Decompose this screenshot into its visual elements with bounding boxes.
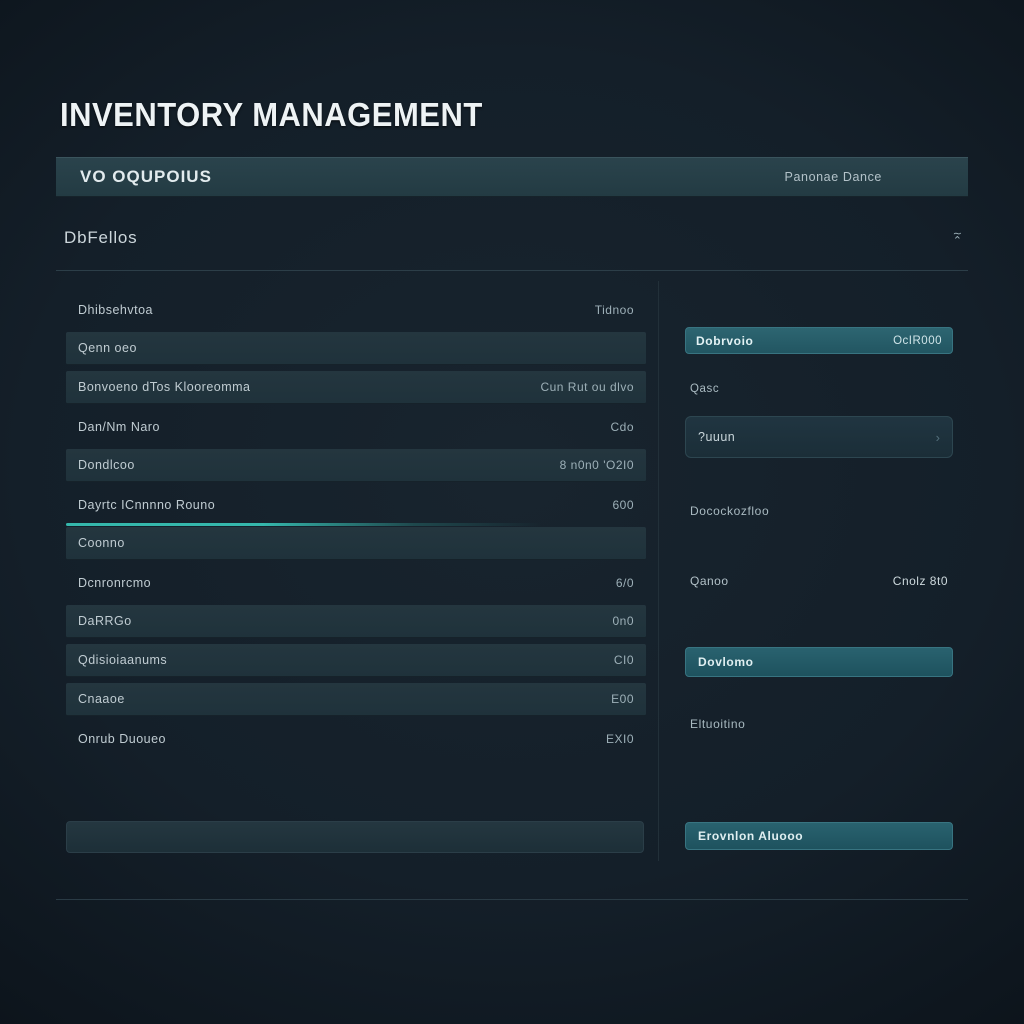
row-value: 6/0	[616, 576, 634, 590]
section-row: DbFellos ∼⌃	[64, 224, 962, 252]
section-title: DbFellos	[64, 228, 137, 248]
detail-input[interactable]	[698, 430, 908, 444]
content-panel: Dhibsehvtoa Tidnoo Qenn oeo Bonvoeno dTo…	[56, 270, 968, 900]
field-label: Qasc	[690, 383, 719, 395]
row-label: Dayrtc ICnnnno Rouno	[78, 498, 215, 512]
row-value: CI0	[614, 653, 634, 667]
row-label: DaRRGo	[78, 614, 132, 628]
row-value: E00	[611, 692, 634, 706]
page-title: INVENTORY MANAGEMENT	[60, 96, 483, 135]
header-bar: VO OQUPOIUS Panonae Dance	[56, 157, 968, 197]
table-row[interactable]: Cnaaoe E00	[66, 683, 646, 716]
row-label: Onrub Duoueo	[78, 732, 166, 746]
table-row[interactable]: DaRRGo 0n0	[66, 605, 646, 638]
active-row-underline	[66, 523, 646, 526]
table-row[interactable]: Dhibsehvtoa Tidnoo	[66, 293, 646, 326]
row-label: Dhibsehvtoa	[78, 303, 153, 317]
row-value: EXI0	[606, 732, 634, 746]
inventory-list: Dhibsehvtoa Tidnoo Qenn oeo Bonvoeno dTo…	[66, 293, 646, 761]
chevron-right-icon[interactable]: ›	[936, 430, 940, 445]
row-value: 600	[612, 498, 634, 512]
table-row[interactable]: Onrub Duoueo EXI0	[66, 722, 646, 755]
row-label: Dondlcoo	[78, 458, 135, 472]
table-row[interactable]: Coonno	[66, 527, 646, 560]
detail-header-label: Dobrvoio	[696, 334, 753, 348]
detail-panel: Dobrvoio OcIR000 Qasc › Docockozfloo Qan…	[685, 327, 953, 354]
subtitle-label: Eltuoitino	[690, 717, 745, 731]
left-footer-input[interactable]	[66, 821, 644, 853]
table-row[interactable]: Qdisioiaanums CI0	[66, 644, 646, 677]
row-value: Cun Rut ou dlvo	[540, 380, 634, 394]
row-label: Cnaaoe	[78, 692, 125, 706]
secondary-action-button[interactable]: Erovnlon Aluooo	[685, 822, 953, 850]
row-label: Dan/Nm Naro	[78, 420, 160, 434]
table-row-active[interactable]: Dayrtc ICnnnno Rouno 600	[66, 488, 646, 521]
row-value: 0n0	[612, 614, 634, 628]
table-row[interactable]: Dondlcoo 8 n0n0 'O2I0	[66, 449, 646, 482]
description-label: Docockozfloo	[690, 504, 769, 518]
table-row[interactable]: Qenn oeo	[66, 332, 646, 365]
table-row[interactable]: Dcnronrcmo 6/0	[66, 566, 646, 599]
row-label: Qdisioiaanums	[78, 653, 167, 667]
table-row[interactable]: Dan/Nm Naro Cdo	[66, 410, 646, 443]
kv-label: Qanoo	[690, 574, 729, 588]
row-label: Dcnronrcmo	[78, 576, 151, 590]
table-row[interactable]: Bonvoeno dTos Klooreomma Cun Rut ou dlvo	[66, 371, 646, 404]
collapse-icon[interactable]: ∼⌃	[953, 231, 962, 245]
detail-kv-row: Qanoo Cnolz 8t0	[690, 574, 948, 588]
detail-input-wrap: ›	[685, 416, 953, 458]
row-label: Bonvoeno dTos Klooreomma	[78, 380, 251, 394]
header-title: VO OQUPOIUS	[80, 167, 212, 187]
row-value: Tidnoo	[595, 303, 634, 317]
primary-action-button[interactable]: Dovlomo	[685, 647, 953, 677]
detail-header-value: OcIR000	[893, 335, 942, 347]
row-label: Qenn oeo	[78, 341, 137, 355]
row-value: 8 n0n0 'O2I0	[560, 458, 634, 472]
row-label: Coonno	[78, 536, 125, 550]
row-value: Cdo	[610, 420, 634, 434]
detail-header[interactable]: Dobrvoio OcIR000	[685, 327, 953, 354]
panel-divider	[658, 281, 659, 861]
header-right-label: Panonae Dance	[785, 170, 882, 184]
kv-value: Cnolz 8t0	[893, 574, 948, 588]
